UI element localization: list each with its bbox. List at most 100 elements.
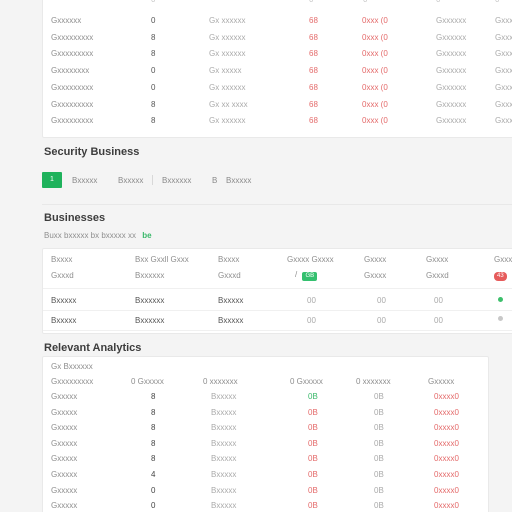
rel-row-num: 8 [151, 392, 156, 401]
filter-bar: 1 Bxxxxx Bxxxxx Bxxxxxx B Bxxxxx [42, 172, 302, 188]
businesses-table-row[interactable]: Bxxxxx Bxxxxxx Bxxxxx 00 00 00 [43, 291, 512, 311]
top-table-row[interactable]: Gxxxxxx 0 Gx xxxxxx 68 0xxx (0 Gxxxxxx Gxxxx [43, 13, 512, 29]
top-row-b: 0xxx (0 [362, 16, 388, 25]
biz-header-5: Gxxxx [364, 255, 387, 264]
top-row-b: 0xxx (0 [362, 82, 388, 92]
relevant-table-row[interactable]: Gxxxxx 8 Bxxxxx 0B 0B 0xxxx0 [43, 389, 488, 404]
top-row-b: 0xxx (0 [362, 66, 388, 76]
relevant-table-row[interactable]: Gxxxxx 8 Bxxxxx 0B 0B 0xxxx0 [43, 436, 488, 451]
top-row-name: Gxxxxxxxxx [51, 99, 94, 109]
relevant-table-row[interactable]: Gxxxxx 8 Bxxxxx 0B 0B 0xxxx0 [43, 420, 488, 435]
top-row-a: 68 [309, 99, 318, 109]
top-table-row[interactable]: Gxxxxxxxxx 8 Gx xxxxxx 68 0xxx (0 Gxxxxxx Gxxx… [43, 113, 512, 129]
biz-header-1: Bxxxx [51, 255, 73, 264]
rel-row-num: 8 [151, 454, 156, 464]
top-row-a: 68 [309, 16, 318, 25]
rel-row-c: 0xxxx0 [434, 407, 459, 417]
top-row-b: 0xxx (0 [362, 32, 388, 42]
top-table-row[interactable]: Gxxxxxxxxx 8 Gx xxxxxx 68 0xxx (0 Gxxxxxx Gxxx… [43, 30, 512, 46]
filter-item-3[interactable]: Bxxxxxx [162, 176, 191, 185]
top-partial-num: 0 [151, 0, 155, 4]
rel-row-name: Gxxxxx [51, 407, 78, 417]
top-table-row[interactable]: Gxxxxxxxx 0 Gx xxxxx 68 0xxx (0 Gxxxxxx Gxxxx [43, 63, 512, 79]
top-row-num: 0 [151, 66, 156, 76]
biz-header-4: Gxxxx Gxxxx [287, 255, 334, 264]
rel-row-desc: Bxxxxx [211, 392, 237, 401]
top-row-num: 8 [151, 99, 156, 109]
businesses-table-row[interactable]: Bxxxxx Bxxxxxx Bxxxxx 00 00 00 [43, 311, 512, 331]
biz-row-c3: Bxxxxx [218, 316, 244, 325]
biz-row-c5: 00 [377, 316, 386, 325]
rel-row-a: 0B [308, 454, 318, 464]
biz-hl-c6: Gxxxd [426, 271, 449, 280]
filter-item-1[interactable]: Bxxxxx [72, 176, 97, 185]
rel-row-b: 0B [374, 392, 384, 401]
filter-item-2[interactable]: Bxxxxx [118, 176, 143, 185]
rel-row-num: 8 [151, 407, 156, 417]
biz-hl-status-badge: GB [302, 272, 318, 281]
relevant-table-row[interactable]: Gxxxxx 8 Bxxxxx 0B 0B 0xxxx0 [43, 405, 488, 420]
relevant-section-title: Relevant Analytics [44, 342, 142, 354]
top-row-num: 0 [151, 82, 156, 92]
rel-header-5: 0 xxxxxxx [356, 377, 391, 386]
rel-row-a: 0B [308, 407, 318, 417]
top-partial-b: 0 [363, 0, 367, 4]
top-row-d: Gxxxx [495, 82, 512, 92]
biz-header-3: Bxxxx [218, 255, 240, 264]
rel-row-name: Gxxxxx [51, 485, 78, 495]
rel-row-b: 0B [374, 407, 384, 417]
top-row-c: Gxxxxxx [436, 82, 467, 92]
biz-row-c1: Bxxxxx [51, 296, 77, 305]
biz-hl-c4-prefix: / [295, 270, 298, 279]
top-row-b: 0xxx (0 [362, 116, 388, 126]
relevant-table-row[interactable]: Gxxxxx 0 Bxxxxx 0B 0B 0xxxx0 [43, 498, 488, 512]
top-row-desc: Gx xxxxxx [209, 82, 246, 92]
relevant-table-row[interactable]: Gxxxxx 0 Bxxxxx 0B 0B 0xxxx0 [43, 483, 488, 498]
rel-row-name: Gxxxxx [51, 438, 78, 448]
top-table-row[interactable]: Gxxxxxxxxx 0 Gx xxxxxx 68 0xxx (0 Gxxxxxx Gxxx… [43, 80, 512, 96]
top-row-name: Gxxxxxxxxx [51, 82, 94, 92]
top-row-num: 8 [151, 49, 156, 59]
rel-row-b: 0B [374, 501, 384, 511]
top-row-desc: Gx xxxxxx [209, 16, 246, 25]
top-row-a: 68 [309, 49, 318, 59]
rel-row-b: 0B [374, 423, 384, 433]
rel-row-c: 0xxxx0 [434, 392, 459, 401]
rel-row-a: 0B [308, 485, 318, 495]
top-row-d: Gxxxx [495, 66, 512, 76]
top-row-a: 68 [309, 32, 318, 42]
top-row-desc: Gx xxxxxx [209, 49, 246, 59]
rel-row-num: 4 [151, 470, 156, 479]
top-row-desc: Gx xxxxxx [209, 116, 246, 126]
rel-row-a: 0B [308, 423, 318, 433]
filter-active-button[interactable]: 1 [42, 172, 62, 188]
filter-separator [152, 175, 153, 185]
biz-hl-c5: Gxxxx [364, 271, 387, 280]
top-row-d: Gxxxx [495, 49, 512, 59]
top-row-num: 0 [151, 16, 156, 25]
relevant-header-row: Gxxxxxxxxx 0 Gxxxxx 0 xxxxxxx 0 Gxxxxx 0… [43, 373, 488, 389]
biz-row-2-status-dot [498, 316, 503, 321]
relevant-table-row[interactable]: Gxxxxx 4 Bxxxxx 0B 0B 0xxxx0 [43, 467, 488, 482]
top-row-c: Gxxxxxx [436, 99, 467, 109]
biz-row-c5: 00 [377, 296, 386, 305]
top-row-d: Gxxxx [495, 116, 512, 126]
top-row-name: Gxxxxxxxxx [51, 116, 94, 126]
rel-row-desc: Bxxxxx [211, 423, 237, 433]
biz-row-divider [43, 330, 512, 331]
top-row-d: Gxxxx [495, 99, 512, 109]
biz-row-c4: 00 [307, 296, 316, 305]
rel-row-name: Gxxxxx [51, 423, 78, 433]
biz-row-c2: Bxxxxxx [135, 296, 165, 305]
filter-item-4[interactable]: Bxxxxx [226, 176, 251, 185]
top-row-num: 8 [151, 32, 156, 42]
businesses-divider [42, 204, 512, 205]
relevant-table-row[interactable]: Gxxxxx 8 Bxxxxx 0B 0B 0xxxx0 [43, 451, 488, 466]
top-table-row[interactable]: Gxxxxxxxxx 8 Gx xx xxxx 68 0xxx (0 Gxxxxxx Gxx… [43, 97, 512, 113]
top-row-num: 8 [151, 116, 156, 126]
filter-icon[interactable]: B [212, 176, 217, 185]
biz-hl-c4: / GB [295, 270, 318, 281]
rel-row-num: 8 [151, 438, 156, 448]
top-table-row[interactable]: Gxxxxxxxxx 8 Gx xxxxxx 68 0xxx (0 Gxxxxxx Gxxx… [43, 46, 512, 62]
businesses-highlight-row[interactable]: Gxxxd Bxxxxxx Gxxxd / GB Gxxxx Gxxxd 43 [43, 265, 512, 289]
